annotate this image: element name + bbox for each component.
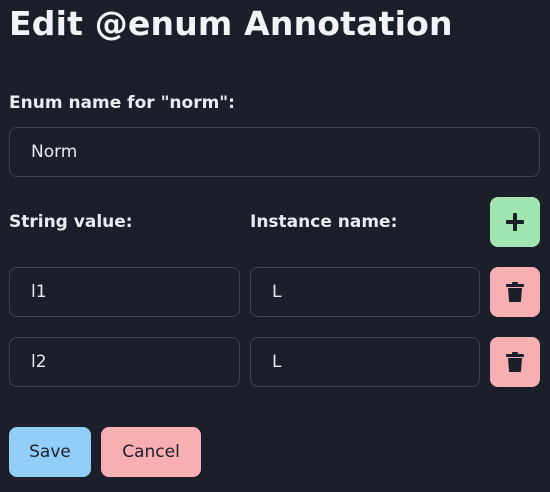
save-button[interactable]: Save bbox=[9, 427, 91, 477]
delete-row-button[interactable] bbox=[490, 337, 540, 387]
add-row-button[interactable] bbox=[490, 197, 540, 247]
instance-name-header: Instance name: bbox=[250, 212, 398, 232]
enum-name-input[interactable] bbox=[9, 127, 540, 177]
plus-icon bbox=[506, 213, 524, 231]
string-value-input[interactable] bbox=[9, 337, 240, 387]
delete-row-button[interactable] bbox=[490, 267, 540, 317]
instance-name-input[interactable] bbox=[250, 267, 480, 317]
string-value-header: String value: bbox=[9, 212, 133, 232]
dialog-title: Edit @enum Annotation bbox=[9, 4, 453, 43]
instance-name-input[interactable] bbox=[250, 337, 480, 387]
trash-icon bbox=[506, 282, 524, 302]
string-value-input[interactable] bbox=[9, 267, 240, 317]
enum-name-label: Enum name for "norm": bbox=[9, 93, 235, 113]
cancel-button[interactable]: Cancel bbox=[101, 427, 201, 477]
trash-icon bbox=[506, 352, 524, 372]
